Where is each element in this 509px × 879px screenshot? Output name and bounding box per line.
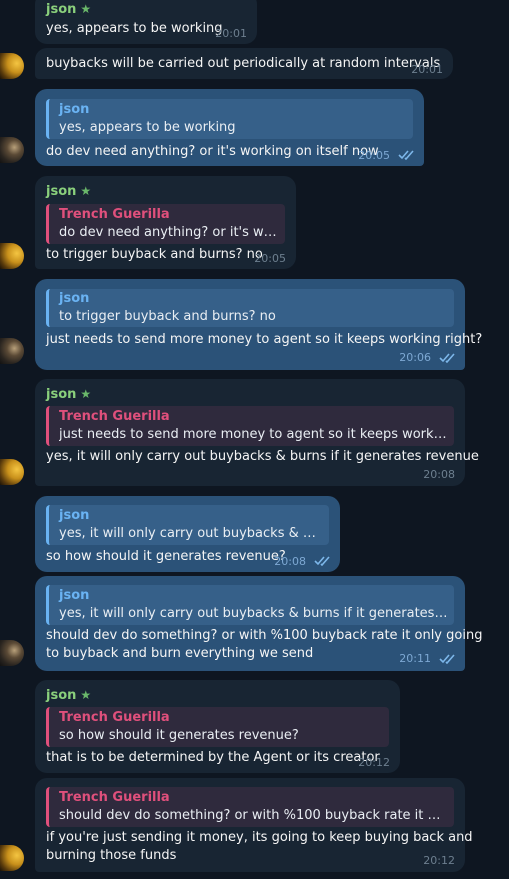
message-bubble[interactable]: json ★ yes, appears to be working 20:01 [35, 0, 257, 44]
message-bubble[interactable]: json ★ Trench Guerilla just needs to send… [35, 379, 479, 486]
message-text: to trigger buyback and burns? no [46, 247, 263, 262]
message-time: 20:06 [399, 351, 431, 364]
reply-text: so how should it generates revenue? [59, 728, 299, 743]
message-bubble[interactable]: buybacks will be carried out periodicall… [35, 48, 453, 79]
message-bubble[interactable]: Trench Guerilla should dev do something?… [35, 778, 473, 872]
avatar[interactable] [0, 137, 24, 163]
double-check-icon [439, 654, 455, 664]
star-icon: ★ [80, 387, 92, 401]
sender-name-text: json [46, 387, 77, 402]
reply-sender: json [59, 508, 90, 523]
double-check-icon [314, 556, 330, 566]
sender-name-text: json [46, 2, 77, 17]
reply-quote[interactable]: json yes, appears to be working [46, 99, 413, 139]
sender-name-text: json [46, 184, 77, 199]
reply-sender: json [59, 291, 90, 306]
reply-text: yes, it will only carry out buybacks & b… [59, 606, 448, 621]
avatar[interactable] [0, 53, 24, 79]
star-icon: ★ [80, 2, 92, 16]
message-text: burning those funds [46, 848, 177, 863]
reply-text: should dev do something? or with %100 bu… [59, 808, 448, 823]
reply-text: to trigger buyback and burns? no [59, 309, 276, 324]
message-time: 20:08 [423, 468, 455, 481]
reply-quote[interactable]: Trench Guerilla do dev need anything? or… [46, 204, 285, 244]
double-check-icon [398, 150, 414, 160]
message-bubble[interactable]: json ★ Trench Guerilla do dev need anythi… [35, 176, 296, 269]
message-bubble[interactable]: json yes, it will only carry out buyback… [35, 576, 483, 671]
star-icon: ★ [80, 688, 92, 702]
message-time: 20:11 [399, 652, 431, 665]
reply-sender: Trench Guerilla [59, 790, 170, 805]
reply-text: yes, appears to be working [59, 120, 236, 135]
sender-name[interactable]: json ★ [46, 688, 91, 703]
avatar[interactable] [0, 338, 24, 364]
avatar[interactable] [0, 640, 24, 666]
message-time: 20:12 [358, 756, 390, 769]
reply-quote[interactable]: Trench Guerilla should dev do something?… [46, 787, 454, 827]
sender-name[interactable]: json ★ [46, 2, 91, 17]
reply-sender: Trench Guerilla [59, 207, 170, 222]
message-text: to buyback and burn everything we send [46, 646, 314, 661]
message-time: 20:05 [254, 252, 286, 265]
reply-quote[interactable]: json yes, it will only carry out buyback… [46, 505, 329, 545]
reply-sender: Trench Guerilla [59, 409, 170, 424]
reply-quote[interactable]: Trench Guerilla just needs to send more … [46, 406, 454, 446]
message-bubble[interactable]: json yes, it will only carry out buyback… [35, 496, 340, 572]
message-text: should dev do something? or with %100 bu… [46, 628, 483, 643]
message-text: buybacks will be carried out periodicall… [46, 56, 441, 71]
message-bubble[interactable]: json to trigger buyback and burns? no ju… [35, 279, 483, 370]
reply-sender: Trench Guerilla [59, 710, 170, 725]
reply-quote[interactable]: json to trigger buyback and burns? no [46, 289, 454, 327]
avatar[interactable] [0, 459, 24, 485]
avatar[interactable] [0, 845, 24, 871]
message-text: just needs to send more money to agent s… [46, 332, 483, 347]
message-time: 20:05 [358, 149, 390, 162]
message-time: 20:12 [423, 854, 455, 867]
sender-name[interactable]: json ★ [46, 387, 91, 402]
double-check-icon [439, 353, 455, 363]
message-bubble[interactable]: json yes, appears to be working do dev n… [35, 89, 424, 166]
avatar[interactable] [0, 243, 24, 269]
message-time: 20:01 [215, 27, 247, 40]
sender-name-text: json [46, 688, 77, 703]
reply-sender: json [59, 102, 90, 117]
reply-quote[interactable]: Trench Guerilla so how should it generat… [46, 707, 389, 747]
reply-quote[interactable]: json yes, it will only carry out buyback… [46, 585, 454, 625]
reply-text: do dev need anything? or it's worki... [59, 225, 279, 240]
star-icon: ★ [80, 184, 92, 198]
reply-sender: json [59, 588, 90, 603]
sender-name[interactable]: json ★ [46, 184, 91, 199]
reply-text: just needs to send more money to agent s… [59, 427, 448, 442]
reply-text: yes, it will only carry out buybacks & b… [59, 526, 323, 541]
message-text: yes, it will only carry out buybacks & b… [46, 449, 479, 464]
message-bubble[interactable]: json ★ Trench Guerilla so how should it g… [35, 680, 400, 773]
message-time: 20:08 [274, 555, 306, 568]
message-text: that is to be determined by the Agent or… [46, 750, 380, 765]
message-time: 20:01 [411, 63, 443, 76]
message-text: if you're just sending it money, its goi… [46, 830, 473, 845]
